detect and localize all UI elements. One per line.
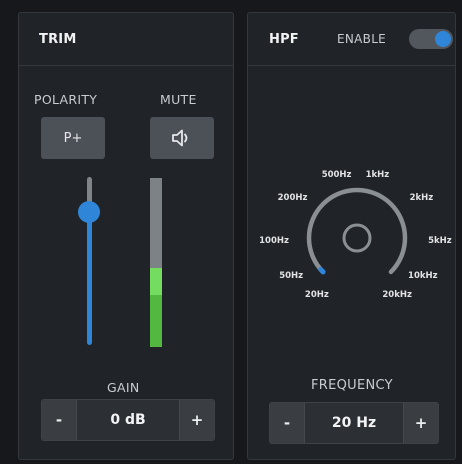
frequency-dial-tick-label: 5kHz (428, 235, 452, 246)
level-meter-fill-lower (150, 294, 162, 347)
hpf-panel: HPF ENABLE 20Hz 50Hz 100Hz 200Hz 500Hz 1kHz 2k… (247, 12, 456, 460)
frequency-dial-arc (306, 187, 408, 275)
hpf-title: HPF (269, 32, 299, 47)
enable-toggle[interactable] (409, 29, 453, 49)
enable-label: ENABLE (337, 32, 387, 46)
gain-increment-button[interactable]: + (180, 400, 214, 440)
frequency-dial-center (342, 223, 372, 253)
frequency-dial-tick-label: 100Hz (259, 235, 289, 246)
frequency-dial-tick-label: 50Hz (279, 271, 304, 281)
hpf-header: HPF ENABLE (248, 13, 455, 66)
speaker-icon (172, 129, 188, 147)
trim-header: TRIM (19, 13, 233, 66)
mute-label: MUTE (160, 92, 197, 107)
frequency-dial-tick-label: 200Hz (277, 192, 308, 203)
frequency-dial-tick-label: 500Hz (321, 170, 352, 181)
frequency-stepper: - 20 Hz + (269, 402, 439, 444)
gain-stepper: - 0 dB + (41, 399, 215, 441)
frequency-dial-tick-label: 1kHz (365, 170, 390, 181)
frequency-decrement-button[interactable]: - (270, 403, 304, 443)
polarity-label: POLARITY (34, 92, 98, 107)
frequency-value[interactable]: 20 Hz (304, 403, 404, 443)
gain-slider[interactable] (77, 173, 103, 353)
gain-value[interactable]: 0 dB (76, 400, 180, 440)
gain-decrement-button[interactable]: - (42, 400, 76, 440)
frequency-label: FREQUENCY (311, 378, 393, 393)
frequency-dial-indicator (318, 266, 326, 275)
gain-label: GAIN (107, 380, 140, 395)
frequency-dial-tick-label: 20kHz (382, 290, 412, 301)
frequency-dial-tick-label: 10kHz (408, 271, 438, 281)
level-meter (150, 178, 162, 347)
trim-title: TRIM (39, 32, 77, 47)
mute-button[interactable] (150, 117, 214, 159)
gain-slider-fill (87, 212, 92, 345)
frequency-dial[interactable] (248, 123, 457, 323)
gain-slider-thumb[interactable] (78, 201, 100, 224)
trim-panel: TRIM POLARITY MUTE P+ GAIN - 0 dB + (18, 12, 234, 460)
enable-toggle-knob (435, 31, 451, 47)
frequency-dial-tick-label: 20Hz (304, 290, 329, 301)
polarity-button[interactable]: P+ (41, 117, 105, 159)
frequency-dial-tick-label: 2kHz (409, 192, 434, 203)
frequency-increment-button[interactable]: + (404, 403, 438, 443)
